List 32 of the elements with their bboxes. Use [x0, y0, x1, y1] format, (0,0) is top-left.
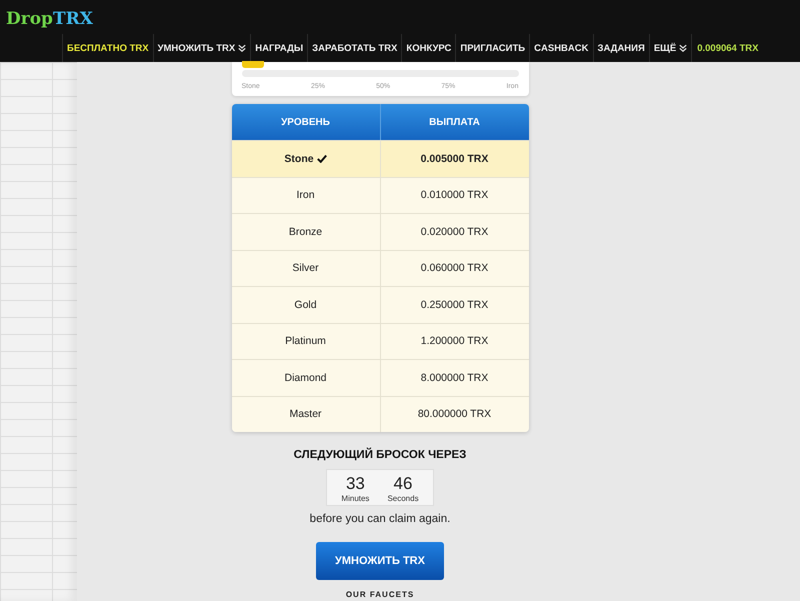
claim-note: before you can claim again. — [310, 513, 450, 525]
table-cell: Platinum — [285, 335, 326, 348]
logo[interactable]: DropTRX — [6, 9, 93, 29]
nav-link[interactable]: CASHBACK — [529, 34, 593, 62]
progress-marker-icon — [242, 61, 264, 68]
multiply-button[interactable]: УМНОЖИТЬ TRX — [316, 542, 444, 580]
column-header: УРОВЕНЬ — [280, 116, 331, 130]
countdown-value: 33 — [346, 474, 365, 494]
countdown-heading: СЛЕДУЮЩИЙ БРОСОК ЧЕРЕЗ — [294, 449, 466, 461]
table-cell: Diamond — [284, 372, 327, 384]
table-cell: 8.000000 TRX — [420, 372, 488, 384]
table-cell: 0.060000 TRX — [420, 262, 488, 274]
countdown-unit: Minutes — [341, 494, 370, 503]
table-cell: Bronze — [288, 226, 322, 238]
table-cell: Gold — [294, 298, 317, 311]
section-heading: OUR FAUCETS — [346, 590, 414, 599]
table-cell: Stone — [284, 152, 314, 165]
table-cell: 0.020000 TRX — [420, 226, 488, 238]
table-cell: 0.010000 TRX — [420, 189, 488, 202]
table-cell: 1.200000 TRX — [420, 335, 488, 348]
nav-link[interactable]: ЗАДАНИЯ — [592, 34, 649, 62]
table-cell: Iron — [296, 189, 315, 202]
table-cell: 80.000000 TRX — [418, 408, 492, 420]
countdown-unit: Seconds — [387, 494, 419, 503]
countdown-value: 46 — [394, 474, 412, 494]
table-cell: 0.005000 TRX — [420, 152, 488, 165]
checkmark-icon — [316, 154, 327, 164]
table-cell: Master — [289, 408, 322, 420]
balance: 0.009064 TRX — [691, 34, 758, 62]
table-cell: 0.250000 TRX — [420, 298, 488, 311]
nav-link[interactable]: ЕЩЁ — [648, 34, 692, 62]
table-cell: Silver — [292, 262, 319, 274]
